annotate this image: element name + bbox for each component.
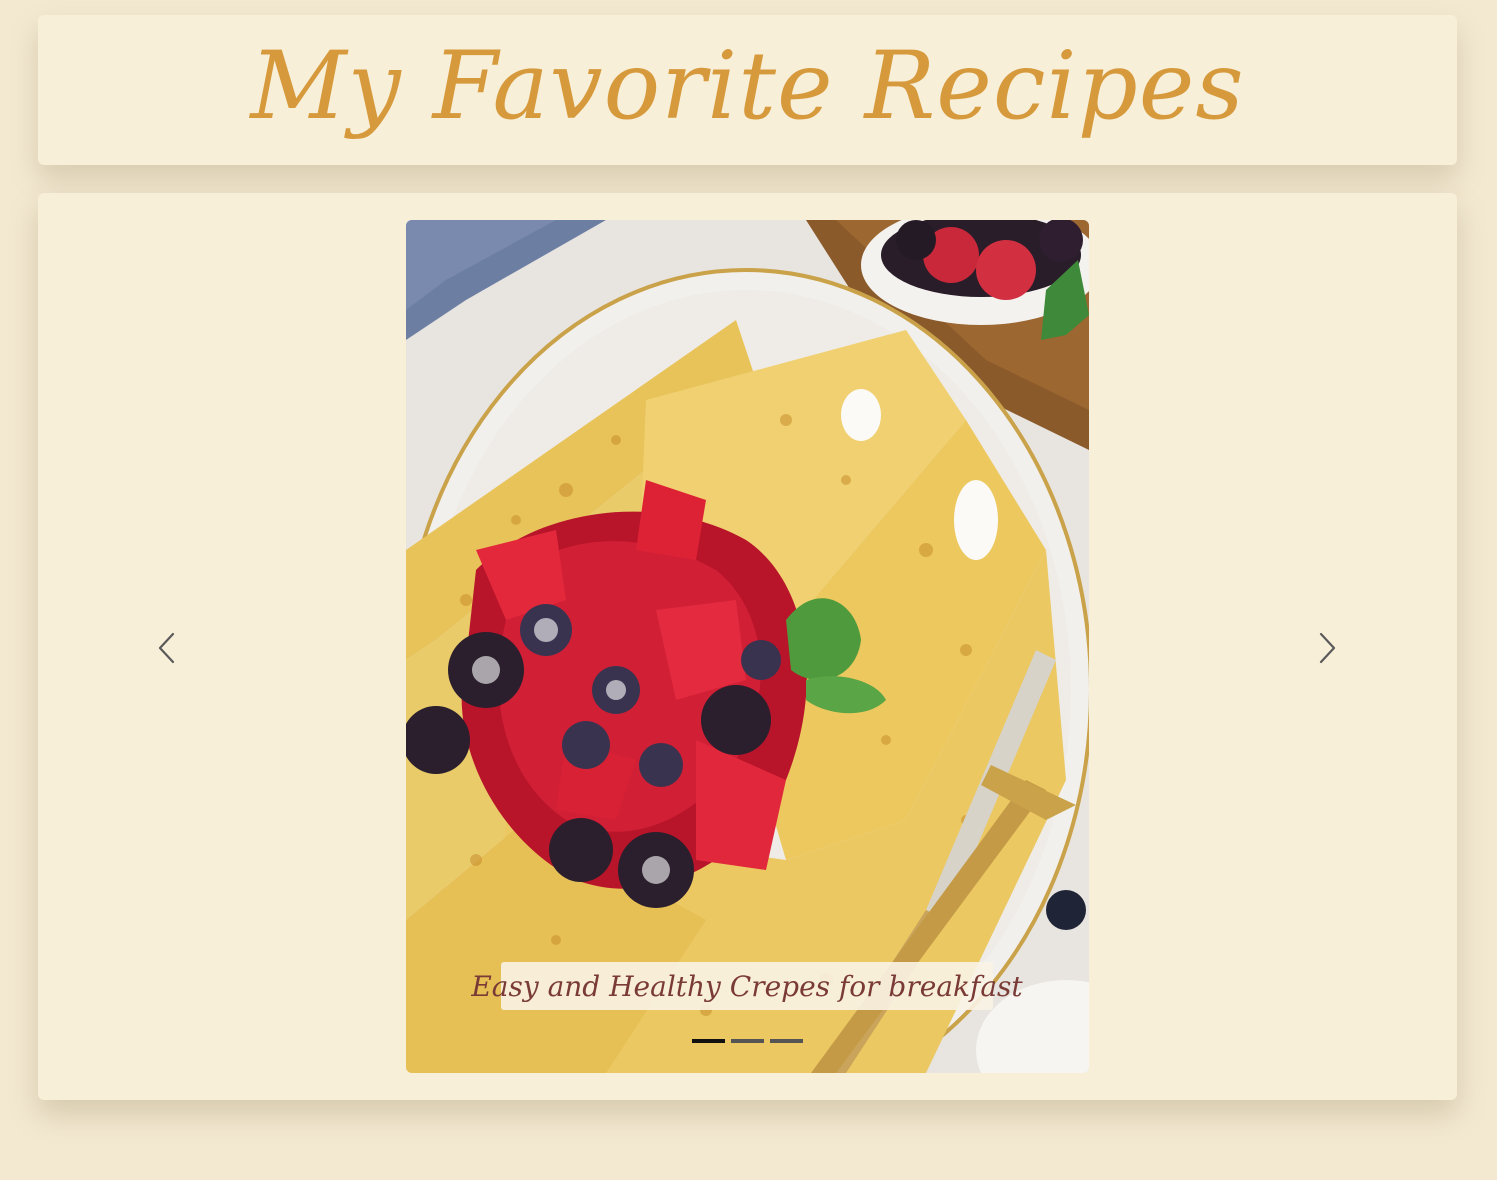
slide-caption: Easy and Healthy Crepes for breakfast [471,962,1023,1010]
carousel-next-button[interactable] [1305,626,1349,670]
chevron-left-icon [158,632,175,664]
crepes-photo [406,220,1089,1073]
recipe-carousel: Easy and Healthy Crepes for breakfast [38,193,1457,1100]
carousel-indicator-2[interactable] [731,1039,764,1043]
carousel-prev-button[interactable] [145,626,189,670]
chevron-right-icon [1319,632,1336,664]
page-title: My Favorite Recipes [250,31,1245,141]
carousel-indicator-1[interactable] [692,1039,725,1043]
carousel-slide: Easy and Healthy Crepes for breakfast [406,220,1089,1073]
carousel-indicators [692,1039,803,1043]
header: My Favorite Recipes [38,15,1457,165]
carousel-indicator-3[interactable] [770,1039,803,1043]
